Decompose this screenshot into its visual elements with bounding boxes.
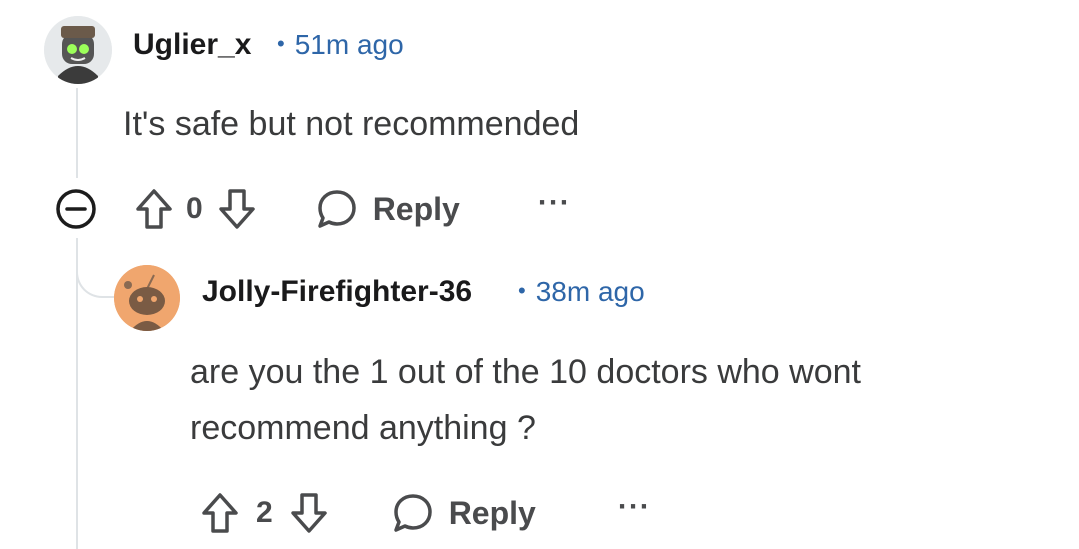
reply-button[interactable]: Reply <box>315 187 460 231</box>
reply-label: Reply <box>372 190 460 227</box>
avatar[interactable] <box>44 16 112 84</box>
comment-body: It's safe but not recommended <box>123 105 580 143</box>
comment-actions: 2 Reply ··· <box>200 490 651 536</box>
avatar[interactable] <box>114 265 180 331</box>
chat-bubble-icon <box>393 494 432 532</box>
more-options-button[interactable]: ··· <box>618 490 651 524</box>
upvote-button[interactable] <box>200 491 240 535</box>
downvote-button[interactable] <box>217 187 257 231</box>
upvote-arrow-icon <box>202 493 238 533</box>
timestamp[interactable]: 38m ago <box>536 276 645 307</box>
more-options-button[interactable]: ··· <box>538 186 571 220</box>
reply-button[interactable]: Reply <box>391 491 536 535</box>
collapse-icon <box>56 189 96 229</box>
separator-dot: • <box>277 31 285 56</box>
thread-line[interactable] <box>76 88 78 178</box>
chat-bubble-icon <box>317 190 356 228</box>
comment-timestamp: • 51m ago <box>277 29 404 61</box>
comment-timestamp: • 38m ago <box>518 276 645 308</box>
reply-connector <box>76 252 118 298</box>
robot-avatar-icon <box>44 16 112 84</box>
timestamp[interactable]: 51m ago <box>295 29 404 60</box>
downvote-button[interactable] <box>289 491 329 535</box>
vote-count: 0 <box>186 192 203 225</box>
snoo-avatar-icon <box>114 265 180 331</box>
comment-author[interactable]: Jolly-Firefighter-36 <box>202 275 472 309</box>
vote-count: 2 <box>256 496 273 529</box>
comment-author[interactable]: Uglier_x <box>133 28 251 62</box>
downvote-arrow-icon <box>290 493 327 533</box>
collapse-thread-button[interactable] <box>54 187 98 231</box>
upvote-button[interactable] <box>134 187 174 231</box>
thread-line[interactable] <box>76 238 78 549</box>
separator-dot: • <box>518 278 526 303</box>
comment-body: are you the 1 out of the 10 doctors who … <box>190 353 861 447</box>
comment-actions: 0 Reply ··· <box>54 186 571 232</box>
downvote-arrow-icon <box>218 189 255 229</box>
upvote-arrow-icon <box>136 189 172 229</box>
reply-label: Reply <box>448 494 536 531</box>
